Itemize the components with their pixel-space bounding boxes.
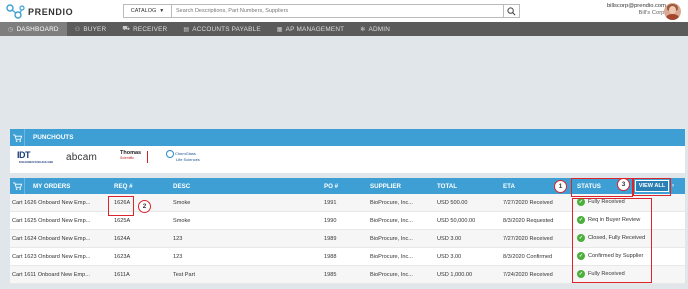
order-eta: 7/24/2020 Received bbox=[503, 272, 553, 278]
chemglass-ring-icon bbox=[166, 150, 174, 158]
chemglass-logo-subtitle: Life Sciences bbox=[176, 157, 200, 162]
chevron-right-icon[interactable]: › bbox=[672, 183, 674, 189]
order-name[interactable]: Cart 1611 Onboard New Emp... bbox=[12, 272, 90, 278]
nav-admin[interactable]: ✻ ADMIN bbox=[352, 22, 398, 36]
nav-ap-management[interactable]: ▦ AP MANAGEMENT bbox=[269, 22, 352, 36]
annotation-marker-1: 1 bbox=[554, 180, 567, 193]
main-nav: ◷ DASHBOARD ⚇ BUYER ⛟ RECEIVER ▤ ACCOUNT… bbox=[0, 22, 688, 36]
column-header-po[interactable]: PO # bbox=[324, 183, 338, 190]
order-desc: 123 bbox=[173, 236, 183, 242]
nav-buyer[interactable]: ⚇ BUYER bbox=[67, 22, 115, 36]
buyer-icon: ⚇ bbox=[74, 26, 81, 33]
punchouts-header: PUNCHOUTS bbox=[10, 129, 685, 146]
prendio-logo[interactable]: PRENDIO bbox=[6, 3, 86, 20]
supplier-name: BioProcure, Inc... bbox=[370, 200, 413, 206]
order-total: USD 3.00 bbox=[437, 254, 462, 260]
po-number[interactable]: 1989 bbox=[324, 236, 336, 242]
order-eta: 8/3/2020 Requested bbox=[503, 218, 554, 224]
order-total: USD 3.00 bbox=[437, 236, 462, 242]
catalog-dropdown[interactable]: CATALOG ▼ bbox=[124, 5, 172, 17]
column-header-desc[interactable]: DESC bbox=[173, 183, 190, 190]
search-button[interactable] bbox=[503, 5, 519, 17]
order-name[interactable]: Cart 1624 Onboard New Emp... bbox=[12, 236, 90, 242]
nav-accounts-payable[interactable]: ▤ ACCOUNTS PAYABLE bbox=[175, 22, 268, 36]
order-name[interactable]: Cart 1623 Onboard New Emp... bbox=[12, 254, 90, 260]
req-number[interactable]: 1625A bbox=[114, 218, 130, 224]
dashboard-icon: ◷ bbox=[8, 26, 14, 33]
nav-label: RECEIVER bbox=[133, 25, 168, 33]
column-header-req[interactable]: REQ # bbox=[114, 183, 133, 190]
ap-management-icon: ▦ bbox=[276, 26, 283, 33]
accounts-payable-icon: ▤ bbox=[183, 26, 190, 33]
abcam-logo[interactable]: abcam bbox=[66, 152, 97, 163]
nav-label: AP MANAGEMENT bbox=[285, 25, 345, 33]
order-name[interactable]: Cart 1625 Onboard New Emp... bbox=[12, 218, 90, 224]
order-eta: 8/3/2020 Confirmed bbox=[503, 254, 553, 260]
thomas-scientific-logo[interactable]: Thomas Scientific bbox=[120, 150, 148, 163]
supplier-name: BioProcure, Inc... bbox=[370, 254, 413, 260]
annotation-box-req bbox=[108, 196, 134, 216]
cart-icon bbox=[10, 129, 25, 146]
column-header-eta[interactable]: ETA bbox=[503, 183, 515, 190]
order-name[interactable]: Cart 1626 Onboard New Emp... bbox=[12, 200, 90, 206]
search-icon bbox=[507, 6, 516, 15]
req-number[interactable]: 1624A bbox=[114, 236, 130, 242]
order-desc: Smoke bbox=[173, 218, 191, 224]
order-total: USD 1,000.00 bbox=[437, 272, 473, 278]
order-eta: 7/27/2020 Received bbox=[503, 236, 553, 242]
caret-down-icon: ▼ bbox=[159, 8, 165, 14]
idt-logo[interactable]: IDT INTEGRATED DNA TECHNOLOGIES bbox=[17, 150, 53, 164]
req-number[interactable]: 1623A bbox=[114, 254, 130, 260]
annotation-marker-2: 2 bbox=[138, 200, 151, 213]
order-desc: 123 bbox=[173, 254, 183, 260]
idt-logo-text: IDT bbox=[17, 150, 31, 160]
search-bar: CATALOG ▼ bbox=[123, 4, 520, 18]
nav-label: ACCOUNTS PAYABLE bbox=[192, 25, 261, 33]
chemglass-logo-text: ChemGlass bbox=[175, 151, 196, 157]
column-header-supplier[interactable]: SUPPLIER bbox=[370, 183, 401, 190]
annotation-marker-3: 3 bbox=[617, 178, 630, 191]
nav-label: DASHBOARD bbox=[16, 25, 59, 33]
search-input[interactable] bbox=[176, 5, 496, 17]
avatar[interactable] bbox=[664, 3, 681, 20]
chemglass-logo[interactable]: ChemGlass Life Sciences bbox=[166, 150, 200, 162]
order-eta: 7/27/2020 Received bbox=[503, 200, 553, 206]
nav-dashboard[interactable]: ◷ DASHBOARD bbox=[0, 22, 67, 36]
abcam-logo-text: abcam bbox=[66, 152, 98, 163]
user-info[interactable]: billscorp@prendio.com Bill's Corp. bbox=[607, 3, 666, 17]
order-desc: Test Part bbox=[173, 272, 196, 278]
cart-icon bbox=[10, 178, 25, 194]
app-header: PRENDIO CATALOG ▼ billscorp@prendio.com … bbox=[0, 0, 688, 22]
order-total: USD 500.00 bbox=[437, 200, 468, 206]
annotation-box-view-all bbox=[633, 178, 671, 196]
orders-title: MY ORDERS bbox=[33, 183, 71, 190]
column-header-total[interactable]: TOTAL bbox=[437, 183, 457, 190]
po-number[interactable]: 1990 bbox=[324, 218, 336, 224]
po-number[interactable]: 1988 bbox=[324, 254, 336, 260]
nav-receiver[interactable]: ⛟ RECEIVER bbox=[114, 22, 175, 36]
po-number[interactable]: 1991 bbox=[324, 200, 336, 206]
order-total: USD 50,000.00 bbox=[437, 218, 476, 224]
supplier-name: BioProcure, Inc... bbox=[370, 272, 413, 278]
punchouts-title: PUNCHOUTS bbox=[33, 134, 74, 141]
nav-label: BUYER bbox=[83, 25, 107, 33]
logo-text: PRENDIO bbox=[28, 6, 74, 17]
user-email: billscorp@prendio.com bbox=[606, 3, 666, 9]
po-number[interactable]: 1985 bbox=[324, 272, 336, 278]
receiver-icon: ⛟ bbox=[122, 26, 131, 32]
prendio-logo-icon bbox=[6, 3, 25, 19]
catalog-label: CATALOG bbox=[130, 8, 157, 14]
user-company: Bill's Corp. bbox=[638, 10, 666, 16]
gear-icon: ✻ bbox=[360, 26, 366, 33]
punchout-logos: IDT INTEGRATED DNA TECHNOLOGIES abcam Th… bbox=[10, 146, 685, 173]
req-number[interactable]: 1611A bbox=[114, 272, 130, 278]
idt-logo-subtitle: INTEGRATED DNA TECHNOLOGIES bbox=[19, 160, 53, 164]
supplier-name: BioProcure, Inc... bbox=[370, 218, 413, 224]
supplier-name: BioProcure, Inc... bbox=[370, 236, 413, 242]
order-desc: Smoke bbox=[173, 200, 191, 206]
annotation-box-status-column bbox=[572, 198, 652, 283]
nav-label: ADMIN bbox=[368, 25, 391, 33]
punchouts-panel: PUNCHOUTS IDT INTEGRATED DNA TECHNOLOGIE… bbox=[10, 129, 685, 173]
thomas-logo-subtitle: Scientific bbox=[120, 156, 135, 160]
